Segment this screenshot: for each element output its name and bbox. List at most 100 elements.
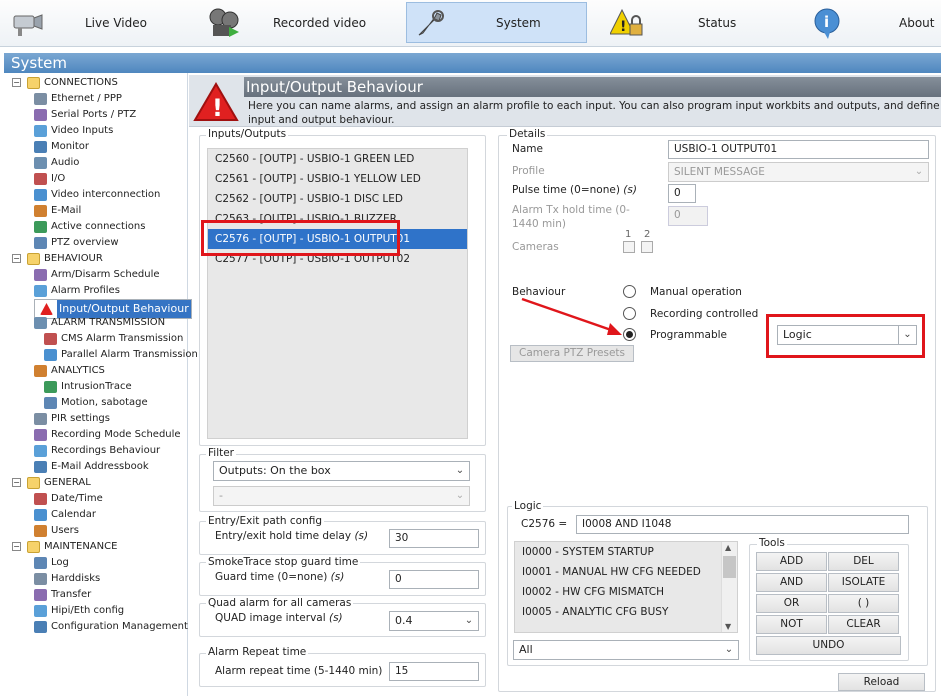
nav-status[interactable]: ! Status xyxy=(602,2,792,43)
reload-button[interactable]: Reload xyxy=(838,673,925,691)
scrollbar[interactable]: ▲ ▼ xyxy=(721,542,737,632)
tree-item[interactable]: Alarm Profiles xyxy=(34,283,120,298)
red-arrow-icon xyxy=(521,297,622,335)
hold-time-input[interactable]: 0 xyxy=(668,206,708,226)
details-legend: Details xyxy=(507,128,548,140)
entry-delay-input[interactable]: 30 xyxy=(389,529,479,548)
repeat-legend: Alarm Repeat time xyxy=(206,646,309,658)
item-icon xyxy=(44,396,57,409)
tree-item[interactable]: E-Mail xyxy=(34,203,81,218)
camera-1-checkbox[interactable] xyxy=(623,241,635,253)
tree-collapse-toggle[interactable]: − xyxy=(12,78,21,87)
filter-select[interactable]: Outputs: On the box ⌄ xyxy=(213,461,470,481)
tree-item[interactable]: IntrusionTrace xyxy=(44,379,132,394)
pulse-time-input[interactable]: 0 xyxy=(668,184,696,203)
item-icon xyxy=(34,204,47,217)
tree-item[interactable]: ALARM TRANSMISSION xyxy=(34,315,165,330)
filter-select-secondary[interactable]: - ⌄ xyxy=(213,486,470,506)
scroll-down-icon[interactable]: ▼ xyxy=(725,622,731,631)
tree-item-label: GENERAL xyxy=(44,477,91,488)
nav-system[interactable]: System xyxy=(406,2,587,43)
logic-expression-input[interactable]: I0008 AND I1048 xyxy=(576,515,909,534)
tree-item[interactable]: Audio xyxy=(34,155,79,170)
tree-item[interactable]: Video interconnection xyxy=(34,187,160,202)
tree-item[interactable]: Calendar xyxy=(34,507,96,522)
camera-ptz-presets-button[interactable]: Camera PTZ Presets xyxy=(510,345,634,362)
add-button[interactable]: ADD xyxy=(756,552,827,571)
item-icon xyxy=(34,444,47,457)
tree-item[interactable]: GENERAL xyxy=(27,475,91,490)
tree-item[interactable]: Video Inputs xyxy=(34,123,113,138)
tree-item[interactable]: Parallel Alarm Transmission xyxy=(44,347,198,362)
repeat-time-input[interactable]: 15 xyxy=(389,662,479,681)
item-icon xyxy=(34,492,47,505)
tree-collapse-toggle[interactable]: − xyxy=(12,542,21,551)
scrollbar-thumb[interactable] xyxy=(723,556,736,578)
tree-item[interactable]: CONNECTIONS xyxy=(27,75,118,90)
tree-item[interactable]: Recordings Behaviour xyxy=(34,443,160,458)
tree-item-label: E-Mail xyxy=(51,205,82,216)
tree-collapse-toggle[interactable]: − xyxy=(12,478,21,487)
tree-item[interactable]: Serial Ports / PTZ xyxy=(34,107,136,122)
tree-item[interactable]: BEHAVIOUR xyxy=(27,251,103,266)
camera-2-checkbox[interactable] xyxy=(641,241,653,253)
tree-item[interactable]: PIR settings xyxy=(34,411,110,426)
nav-recorded-video[interactable]: Recorded video xyxy=(203,2,393,43)
tree-item[interactable]: Recording Mode Schedule xyxy=(34,427,181,442)
tree-item-label: PIR settings xyxy=(51,413,110,424)
nav-live-video[interactable]: Live Video xyxy=(4,2,194,43)
tree-item[interactable]: Log xyxy=(34,555,69,570)
tree-item[interactable]: Harddisks xyxy=(34,571,100,586)
tree-item[interactable]: Transfer xyxy=(34,587,91,602)
io-list-item[interactable]: C2561 - [OUTP] - USBIO-1 YELLOW LED xyxy=(208,169,467,189)
tree-collapse-toggle[interactable]: − xyxy=(12,254,21,263)
tree-item[interactable]: Hipi/Eth config xyxy=(34,603,124,618)
item-icon xyxy=(40,303,53,315)
item-icon xyxy=(34,460,47,473)
parentheses-button[interactable]: ( ) xyxy=(828,594,899,613)
logic-source-item[interactable]: I0000 - SYSTEM STARTUP xyxy=(515,542,721,562)
option-programmable: Programmable xyxy=(650,329,728,341)
tree-item[interactable]: Monitor xyxy=(34,139,89,154)
io-list-item[interactable]: C2562 - [OUTP] - USBIO-1 DISC LED xyxy=(208,189,467,209)
tree-item[interactable]: Configuration Management xyxy=(34,619,188,634)
tree-item[interactable]: Users xyxy=(34,523,79,538)
or-button[interactable]: OR xyxy=(756,594,827,613)
tree-item[interactable]: MAINTENANCE xyxy=(27,539,117,554)
scroll-up-icon[interactable]: ▲ xyxy=(725,543,731,552)
item-icon xyxy=(44,348,57,361)
io-list[interactable]: C2560 - [OUTP] - USBIO-1 GREEN LED C2561 … xyxy=(207,148,468,439)
logic-source-item[interactable]: I0005 - ANALYTIC CFG BUSY xyxy=(515,602,721,622)
tree-item[interactable]: Arm/Disarm Schedule xyxy=(34,267,160,282)
guard-time-input[interactable]: 0 xyxy=(389,570,479,589)
profile-select[interactable]: SILENT MESSAGE ⌄ xyxy=(668,162,929,182)
tree-item-label: E-Mail Addressbook xyxy=(51,461,149,472)
folder-icon xyxy=(27,476,40,489)
tree-item[interactable]: Ethernet / PPP xyxy=(34,91,122,106)
logic-source-item[interactable]: I0002 - HW CFG MISMATCH xyxy=(515,582,721,602)
tree-item-label: Motion, sabotage xyxy=(61,397,148,408)
clear-button[interactable]: CLEAR xyxy=(828,615,899,634)
logic-source-item[interactable]: I0001 - MANUAL HW CFG NEEDED xyxy=(515,562,721,582)
tree-item[interactable]: Date/Time xyxy=(34,491,103,506)
and-button[interactable]: AND xyxy=(756,573,827,592)
highlight-box-selected-item xyxy=(201,220,400,256)
isolate-button[interactable]: ISOLATE xyxy=(828,573,899,592)
not-button[interactable]: NOT xyxy=(756,615,827,634)
undo-button[interactable]: UNDO xyxy=(756,636,901,655)
tree-item[interactable]: PTZ overview xyxy=(34,235,119,250)
del-button[interactable]: DEL xyxy=(828,552,899,571)
tree-item[interactable]: I/O xyxy=(34,171,65,186)
logic-filter-select[interactable]: All ⌄ xyxy=(513,640,739,660)
navigation-tree: CONNECTIONS − Ethernet / PPP Serial Ports /… xyxy=(4,73,198,696)
quad-interval-select[interactable]: 0.4 ⌄ xyxy=(389,611,479,631)
io-list-item[interactable]: C2560 - [OUTP] - USBIO-1 GREEN LED xyxy=(208,149,467,169)
tree-item[interactable]: ANALYTICS xyxy=(34,363,105,378)
tree-item[interactable]: Motion, sabotage xyxy=(44,395,148,410)
name-input[interactable]: USBIO-1 OUTPUT01 xyxy=(668,140,929,159)
tree-item[interactable]: CMS Alarm Transmission xyxy=(44,331,183,346)
tree-item[interactable]: Active connections xyxy=(34,219,145,234)
logic-source-list[interactable]: ▲ ▼ I0000 - SYSTEM STARTUP I0001 - MANUAL… xyxy=(514,541,738,633)
nav-about[interactable]: i About xyxy=(804,2,941,43)
tree-item[interactable]: E-Mail Addressbook xyxy=(34,459,149,474)
